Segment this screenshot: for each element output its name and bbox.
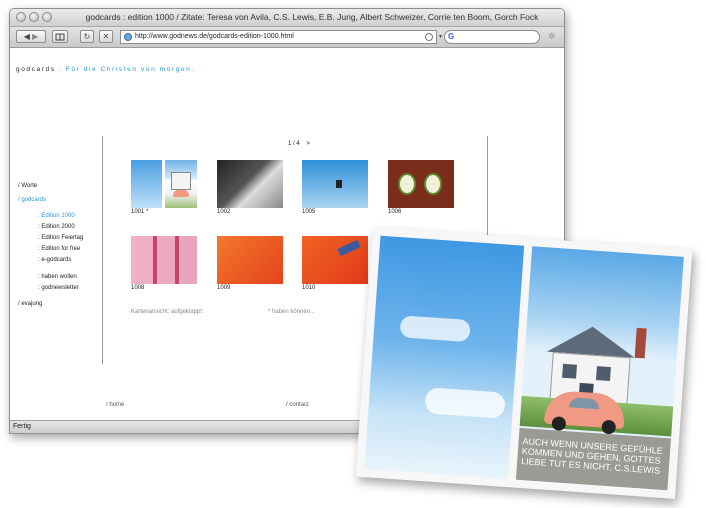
card-number-1010[interactable]: 1010 bbox=[302, 285, 315, 291]
close-window-button[interactable] bbox=[16, 12, 26, 22]
stop-button[interactable]: ✕ bbox=[99, 30, 113, 43]
url-text: http://www.godnews.de/godcards-edition-1… bbox=[135, 33, 294, 40]
google-icon: G bbox=[448, 32, 455, 41]
card-left-panel bbox=[364, 235, 525, 480]
reload-button[interactable]: ↻ bbox=[80, 30, 94, 43]
zoom-window-button[interactable] bbox=[42, 12, 52, 22]
card-number-1005[interactable]: 1005 bbox=[302, 209, 315, 215]
logo-text: godcards bbox=[16, 66, 56, 73]
card-preview: AUCH WENN UNSERE GEFÜHLE KOMMEN UND GEHE… bbox=[355, 227, 693, 499]
nav-edition-1000[interactable]: : Edition 1000 bbox=[38, 213, 75, 219]
card-thumbnail-1010[interactable] bbox=[302, 236, 368, 284]
nav-evajung[interactable]: / evajung bbox=[18, 301, 42, 307]
footer-home-link[interactable]: / home bbox=[106, 402, 124, 408]
back-icon[interactable]: ◀ bbox=[24, 32, 30, 41]
back-forward-buttons[interactable]: ◀ ▶ bbox=[16, 30, 46, 43]
site-logo[interactable]: godcards : Für die Christen von morgen. bbox=[16, 66, 195, 73]
nav-edition-2000[interactable]: : Edition 2000 bbox=[38, 224, 75, 230]
card-number-1002[interactable]: 1002 bbox=[217, 209, 230, 215]
tagline: : Für die Christen von morgen. bbox=[58, 66, 195, 73]
title-bar: godcards : edition 1000 / Zitate: Teresa… bbox=[10, 9, 564, 27]
bookmarks-icon bbox=[55, 33, 65, 41]
card-view-note: Kartenansicht: aufgeklappt bbox=[131, 309, 203, 315]
pager-label: 1 / 4 bbox=[288, 141, 300, 147]
chimney bbox=[634, 327, 647, 359]
reload-icon: ↻ bbox=[83, 32, 91, 41]
nav-edition-feiertag[interactable]: : Edition Feiertag bbox=[38, 235, 83, 241]
nav-godcards[interactable]: / godcards bbox=[18, 197, 46, 203]
haben-koennen-note[interactable]: * haben können... bbox=[268, 309, 315, 315]
nav-edition-for-free[interactable]: : Edition for free bbox=[38, 246, 80, 252]
card-thumbnail-1005[interactable] bbox=[302, 160, 368, 208]
minimize-window-button[interactable] bbox=[29, 12, 39, 22]
pager: 1 / 4 > bbox=[288, 141, 310, 147]
footer-contact-link[interactable]: / contact bbox=[286, 402, 309, 408]
status-text: Fertig bbox=[13, 423, 31, 430]
bookmarks-button[interactable] bbox=[52, 30, 68, 43]
left-divider bbox=[102, 136, 103, 364]
forward-icon[interactable]: ▶ bbox=[32, 32, 38, 41]
next-page-link[interactable]: > bbox=[306, 141, 310, 147]
card-number-1008[interactable]: 1008 bbox=[131, 285, 144, 291]
search-engine-dropdown-icon[interactable]: ▾ bbox=[439, 33, 442, 40]
card-thumbnail-1006[interactable] bbox=[388, 160, 454, 208]
card-thumbnail-1002[interactable] bbox=[217, 160, 283, 208]
address-bar[interactable]: http://www.godnews.de/godcards-edition-1… bbox=[120, 30, 437, 44]
nav-haben-wollen[interactable]: : haben wollen bbox=[38, 274, 77, 280]
window-title: godcards : edition 1000 / Zitate: Teresa… bbox=[85, 12, 539, 22]
spinner-icon: ✲ bbox=[548, 31, 556, 41]
rss-icon[interactable] bbox=[425, 33, 433, 41]
card-number-1001[interactable]: 1001 * bbox=[131, 209, 148, 215]
card-number-1006[interactable]: 1006 bbox=[388, 209, 401, 215]
card-thumbnail-1008[interactable] bbox=[131, 236, 197, 284]
nav-worte[interactable]: / Worte bbox=[18, 183, 37, 189]
card-number-1009[interactable]: 1009 bbox=[217, 285, 230, 291]
globe-icon bbox=[124, 33, 132, 41]
search-field[interactable]: G bbox=[444, 30, 540, 44]
nav-e-godcards[interactable]: : e-godcards bbox=[38, 257, 71, 263]
browser-toolbar: ◀ ▶ ↻ ✕ http://www.godnews.de/godcards-e… bbox=[10, 27, 564, 48]
card-thumbnail-1001[interactable] bbox=[131, 160, 197, 208]
card-right-panel: AUCH WENN UNSERE GEFÜHLE KOMMEN UND GEHE… bbox=[515, 246, 684, 491]
card-thumbnail-1009[interactable] bbox=[217, 236, 283, 284]
stop-icon: ✕ bbox=[102, 32, 110, 41]
nav-godnewsletter[interactable]: : godnewsletter bbox=[38, 285, 79, 291]
